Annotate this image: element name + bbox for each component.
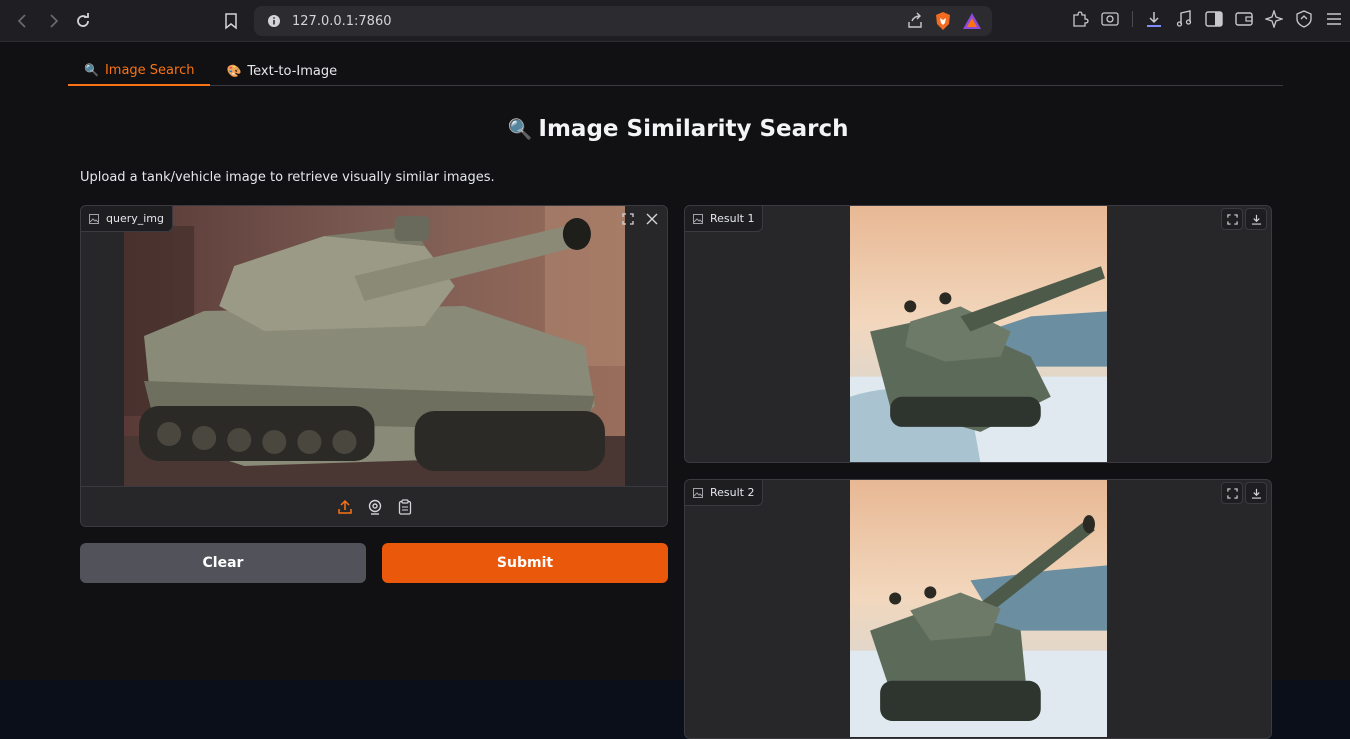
query-image-panel: query_img <box>80 205 668 527</box>
puzzle-icon[interactable] <box>1070 8 1090 30</box>
page-description: Upload a tank/vehicle image to retrieve … <box>80 170 495 185</box>
page-title-text: Image Similarity Search <box>538 116 849 142</box>
image-icon <box>693 487 703 498</box>
back-icon[interactable] <box>8 6 38 36</box>
menu-icon[interactable] <box>1324 8 1344 30</box>
page-title: 🔍 Image Similarity Search <box>0 116 1350 142</box>
upload-icon[interactable] <box>334 496 356 518</box>
download-icon[interactable] <box>1245 208 1267 230</box>
sidebar-icon[interactable] <box>1204 8 1224 30</box>
image-icon <box>89 213 99 224</box>
browser-toolbar: 127.0.0.1:7860 <box>0 0 1350 42</box>
result-1-panel: Result 1 <box>684 205 1272 463</box>
result-2-panel: Result 2 <box>684 479 1272 739</box>
fullscreen-icon[interactable] <box>1221 208 1243 230</box>
result-1-label: Result 1 <box>685 206 764 232</box>
result-1-tools <box>1221 208 1267 230</box>
tab-label: Text-to-Image <box>247 63 338 79</box>
panel-label-text: Result 1 <box>710 212 755 225</box>
webcam-icon[interactable] <box>364 496 386 518</box>
gradio-app: 🔍 Image Search 🎨 Text-to-Image 🔍 Image Si… <box>0 42 1350 739</box>
brave-rewards-icon[interactable] <box>962 12 982 34</box>
tab-image-search[interactable]: 🔍 Image Search <box>68 56 211 86</box>
result-2-label: Result 2 <box>685 480 764 506</box>
screenshot-icon[interactable] <box>1100 8 1120 30</box>
result-2-image[interactable] <box>850 480 1107 737</box>
music-icon[interactable] <box>1174 8 1194 30</box>
forward-icon[interactable] <box>38 6 68 36</box>
wallet-icon[interactable] <box>1234 8 1254 30</box>
nav-buttons <box>8 6 98 36</box>
vpn-icon[interactable] <box>1294 8 1314 30</box>
share-icon[interactable] <box>906 12 924 34</box>
address-bar[interactable]: 127.0.0.1:7860 <box>254 6 992 36</box>
submit-button[interactable]: Submit <box>382 543 668 583</box>
fullscreen-icon[interactable] <box>1221 482 1243 504</box>
leo-ai-icon[interactable] <box>1264 8 1284 30</box>
separator <box>1130 8 1134 30</box>
clipboard-icon[interactable] <box>394 496 416 518</box>
address-bar-actions <box>906 11 982 35</box>
magnifier-icon: 🔍 <box>507 117 533 141</box>
panel-label-text: query_img <box>106 212 165 225</box>
image-source-bar <box>81 486 667 526</box>
close-icon[interactable] <box>641 208 663 230</box>
site-info-icon[interactable] <box>260 14 288 28</box>
panel-label-text: Result 2 <box>710 486 755 499</box>
tab-text-to-image[interactable]: 🎨 Text-to-Image <box>210 56 353 86</box>
reload-icon[interactable] <box>68 6 98 36</box>
query-image-label: query_img <box>81 206 174 232</box>
download-icon[interactable] <box>1144 8 1164 30</box>
result-1-image[interactable] <box>850 206 1107 463</box>
brave-shield-icon[interactable] <box>934 11 952 35</box>
query-image-tools <box>617 208 663 230</box>
url-text: 127.0.0.1:7860 <box>292 13 392 29</box>
magnifier-icon: 🔍 <box>84 63 99 77</box>
query-tank-image[interactable] <box>124 206 625 486</box>
fullscreen-icon[interactable] <box>617 208 639 230</box>
clear-button[interactable]: Clear <box>80 543 366 583</box>
palette-icon: 🎨 <box>226 64 242 78</box>
tab-label: Image Search <box>104 62 195 78</box>
result-2-tools <box>1221 482 1267 504</box>
image-icon <box>693 213 703 224</box>
download-icon[interactable] <box>1245 482 1267 504</box>
extension-icons <box>1070 8 1344 30</box>
bookmark-icon[interactable] <box>218 6 244 36</box>
tab-bar: 🔍 Image Search 🎨 Text-to-Image <box>68 56 1283 86</box>
